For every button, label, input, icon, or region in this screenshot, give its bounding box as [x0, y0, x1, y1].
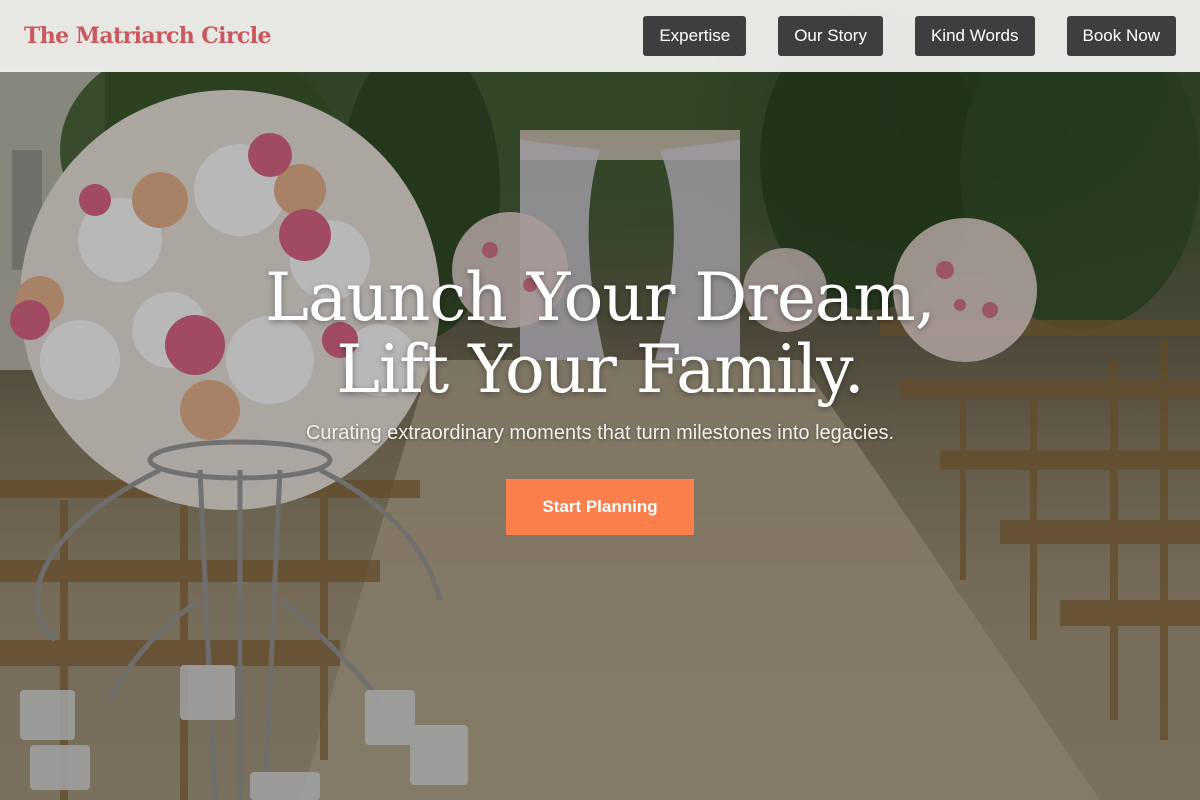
start-planning-button[interactable]: Start Planning [506, 479, 694, 535]
site-header: The Matriarch Circle Expertise Our Story… [0, 0, 1200, 72]
nav-our-story-button[interactable]: Our Story [778, 16, 883, 56]
brand-logo[interactable]: The Matriarch Circle [24, 23, 271, 49]
hero-headline-line-1: Launch Your Dream, [265, 259, 936, 336]
hero-headline: Launch Your Dream, Lift Your Family. [0, 262, 1200, 406]
hero-tagline: Curating extraordinary moments that turn… [305, 422, 895, 444]
hero-content: Launch Your Dream, Lift Your Family. Cur… [0, 262, 1200, 535]
main-nav: Expertise Our Story Kind Words Book Now [643, 16, 1176, 56]
hero-headline-line-2: Lift Your Family. [336, 331, 864, 408]
nav-book-now-button[interactable]: Book Now [1066, 16, 1176, 56]
nav-kind-words-button[interactable]: Kind Words [914, 16, 1035, 56]
nav-expertise-button[interactable]: Expertise [643, 16, 747, 56]
